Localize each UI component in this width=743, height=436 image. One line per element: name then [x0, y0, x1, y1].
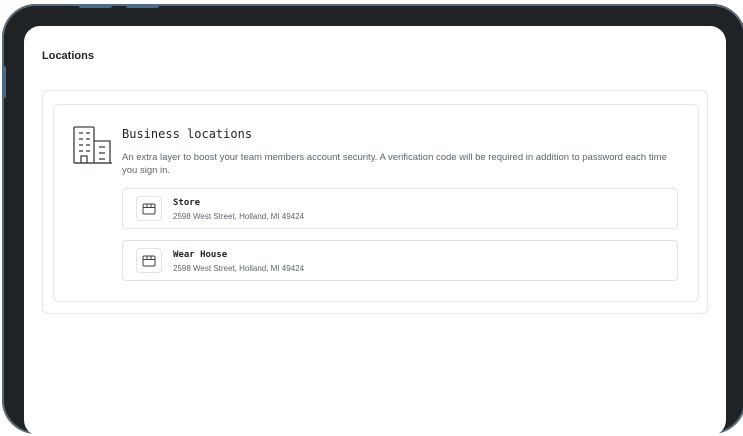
section-title: Business locations: [122, 127, 253, 141]
location-name: Store: [173, 198, 201, 208]
app-screen: Locations Business locations An extra la…: [24, 26, 726, 436]
locations-panel: Business locations An extra layer to boo…: [42, 90, 708, 314]
volume-button: [79, 4, 112, 8]
tablet-frame: Locations Business locations An extra la…: [2, 4, 743, 436]
location-address: 2598 West Street, Holland, MI 49424: [173, 212, 305, 221]
business-locations-card: Business locations An extra layer to boo…: [53, 104, 699, 302]
storefront-icon: [136, 196, 162, 221]
location-item-store[interactable]: Store 2598 West Street, Holland, MI 4942…: [122, 188, 678, 229]
storefront-icon: [136, 248, 162, 273]
location-address: 2598 West Street, Holland, MI 49424: [173, 264, 305, 273]
section-description: An extra layer to boost your team member…: [122, 152, 667, 176]
location-item-wear-house[interactable]: Wear House 2598 West Street, Holland, MI…: [122, 240, 678, 281]
location-name: Wear House: [173, 250, 228, 260]
volume-button: [126, 4, 159, 8]
page-title: Locations: [42, 50, 94, 62]
building-icon: [73, 126, 112, 164]
power-button: [2, 66, 6, 98]
